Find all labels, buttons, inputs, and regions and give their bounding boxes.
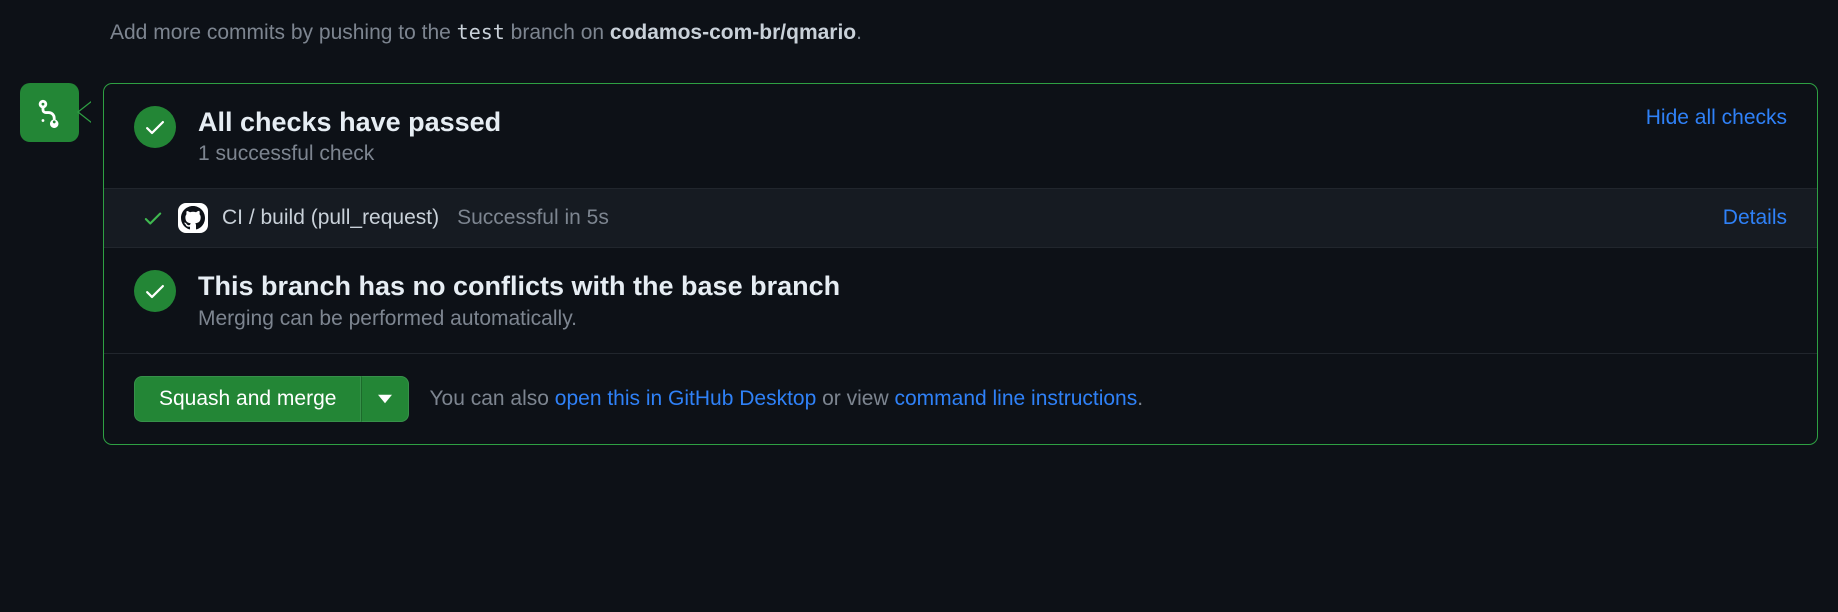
- git-merge-icon: [35, 98, 65, 128]
- hint-prefix: Add more commits by pushing to the: [110, 21, 457, 44]
- checks-subtitle: 1 successful check: [198, 142, 1646, 166]
- conflicts-subtitle: Merging can be performed automatically.: [198, 307, 1787, 331]
- hint-suffix: .: [856, 21, 862, 44]
- open-desktop-link[interactable]: open this in GitHub Desktop: [555, 387, 816, 410]
- merge-footer: Squash and merge You can also open this …: [104, 354, 1817, 444]
- check-item-status: Successful in 5s: [457, 206, 1723, 230]
- check-details-link[interactable]: Details: [1723, 206, 1787, 230]
- hint-branch: test: [457, 20, 505, 44]
- hint-middle: branch on: [505, 21, 610, 44]
- check-icon: [143, 115, 167, 139]
- toggle-checks-link[interactable]: Hide all checks: [1646, 106, 1787, 130]
- footer-suffix: .: [1137, 387, 1143, 410]
- conflicts-title: This branch has no conflicts with the ba…: [198, 270, 1787, 302]
- merge-method-dropdown[interactable]: [361, 376, 409, 422]
- github-mark-icon: [181, 206, 205, 230]
- status-circle-success: [134, 106, 176, 148]
- conflicts-section: This branch has no conflicts with the ba…: [104, 248, 1817, 353]
- checks-summary-section: All checks have passed 1 successful chec…: [104, 84, 1817, 189]
- check-item-name[interactable]: CI / build (pull_request): [222, 206, 439, 230]
- status-circle-success: [134, 270, 176, 312]
- caret-down-icon: [378, 394, 392, 404]
- merge-state-icon-box: [20, 83, 79, 142]
- footer-middle: or view: [816, 387, 894, 410]
- cli-instructions-link[interactable]: command line instructions: [894, 387, 1137, 410]
- merge-footer-text: You can also open this in GitHub Desktop…: [429, 387, 1143, 411]
- push-hint: Add more commits by pushing to the test …: [110, 20, 1818, 45]
- merge-container: All checks have passed 1 successful chec…: [20, 83, 1818, 445]
- check-icon: [143, 279, 167, 303]
- merge-panel: All checks have passed 1 successful chec…: [103, 83, 1818, 445]
- squash-merge-button[interactable]: Squash and merge: [134, 376, 361, 422]
- check-icon: [142, 207, 164, 229]
- check-item-row: CI / build (pull_request) Successful in …: [104, 189, 1817, 248]
- checks-title: All checks have passed: [198, 106, 1646, 138]
- conflicts-title-block: This branch has no conflicts with the ba…: [198, 270, 1787, 330]
- footer-prefix: You can also: [429, 387, 554, 410]
- hint-repo: codamos-com-br/qmario: [610, 21, 856, 44]
- github-actions-avatar: [178, 203, 208, 233]
- merge-button-group: Squash and merge: [134, 376, 409, 422]
- checks-title-block: All checks have passed 1 successful chec…: [198, 106, 1646, 166]
